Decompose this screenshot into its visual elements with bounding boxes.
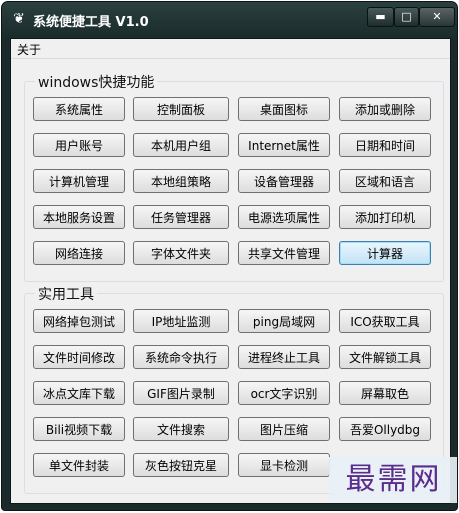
shortcut-button[interactable]: 添加打印机 [339,205,431,229]
group-title: 实用工具 [35,284,97,304]
tool-button[interactable]: ping局域网 [238,309,330,333]
group-title: windows快捷功能 [35,72,158,92]
shortcut-button[interactable]: 任务管理器 [133,205,229,229]
tool-button[interactable]: 进程终止工具 [238,345,330,369]
watermark: 最需网 [329,457,457,503]
shortcut-button[interactable]: 本机用户组 [133,133,229,157]
minimize-button[interactable]: ▬ [367,7,394,27]
shortcut-button[interactable]: Internet属性 [238,133,330,157]
tool-button[interactable]: 单文件封装 [33,453,125,477]
tool-button[interactable]: ICO获取工具 [339,309,431,333]
shortcut-button[interactable]: 设备管理器 [238,169,330,193]
tool-button[interactable]: 图片压缩 [238,417,330,441]
tool-button[interactable]: 文件解锁工具 [339,345,431,369]
shortcut-button[interactable]: 计算器 [339,241,431,265]
tool-button[interactable]: 屏幕取色 [339,381,431,405]
tool-button[interactable]: IP地址监测 [133,309,229,333]
tool-button[interactable]: 系统命令执行 [133,345,229,369]
shortcut-button[interactable]: 字体文件夹 [133,241,229,265]
shortcut-button[interactable]: 日期和时间 [339,133,431,157]
title-bar[interactable]: ❦ 系统便捷工具 V1.0 ▬ □ ✕ [2,2,457,38]
tool-button[interactable]: 文件搜索 [133,417,229,441]
tool-button[interactable]: ocr文字识别 [238,381,330,405]
shortcut-button[interactable]: 网络连接 [33,241,125,265]
menu-about[interactable]: 关于 [14,41,44,58]
tool-button[interactable]: Bili视频下载 [33,417,125,441]
shortcut-button[interactable]: 桌面图标 [238,97,330,121]
window-title: 系统便捷工具 V1.0 [33,15,149,30]
tool-button[interactable]: 文件时间修改 [33,345,125,369]
tool-button[interactable]: 显卡检测 [238,453,330,477]
shortcut-button[interactable]: 计算机管理 [33,169,125,193]
menu-bar: 关于 [11,39,450,59]
shortcut-button[interactable]: 区域和语言 [339,169,431,193]
main-window: ❦ 系统便捷工具 V1.0 ▬ □ ✕ 关于 windows快捷功能 实用工具 … [2,2,457,510]
shortcut-button[interactable]: 共享文件管理 [238,241,330,265]
shortcut-button[interactable]: 系统属性 [33,97,125,121]
tool-button[interactable]: 冰点文库下载 [33,381,125,405]
tool-button[interactable]: 网络掉包测试 [33,309,125,333]
tool-button[interactable]: 吾爱Ollydbg [339,417,431,441]
maximize-button[interactable]: □ [394,7,419,27]
shortcut-button[interactable]: 电源选项属性 [238,205,330,229]
shortcut-button[interactable]: 用户账号 [33,133,125,157]
shortcut-button[interactable]: 添加或删除 [339,97,431,121]
close-button[interactable]: ✕ [419,7,455,27]
client-area: 关于 windows快捷功能 实用工具 系统属性 控制面板 桌面图标 添加或删除用户账… [10,38,451,504]
app-icon[interactable]: ❦ [10,10,28,28]
shortcut-button[interactable]: 控制面板 [133,97,229,121]
tool-button[interactable]: 灰色按钮克星 [133,453,229,477]
shortcut-button[interactable]: 本地服务设置 [33,205,125,229]
tool-button[interactable]: GIF图片录制 [133,381,229,405]
shortcut-button[interactable]: 本地组策略 [133,169,229,193]
